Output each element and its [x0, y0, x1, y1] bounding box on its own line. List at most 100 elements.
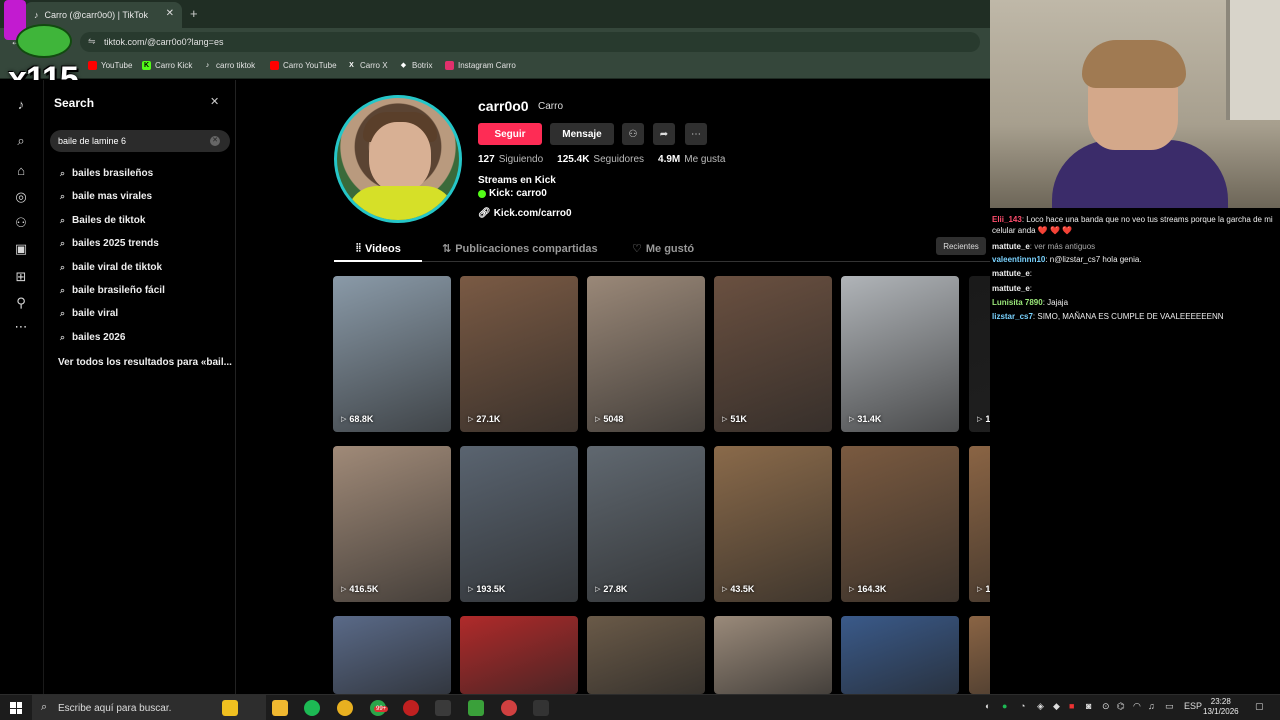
suggested-accounts-button[interactable]: ⚇	[622, 123, 644, 145]
browser-tab[interactable]: ♪ Carro (@carr0o0) | TikTok ✕	[24, 2, 182, 28]
bookmark-instagram-carro[interactable]: Instagram Carro	[445, 61, 516, 70]
search-panel-title: Search	[54, 96, 95, 110]
following-stat[interactable]: 127 Siguiendo	[478, 154, 543, 165]
tray-icon[interactable]: ◐	[985, 701, 990, 711]
chat-message: mattute_e: ver más antiguos	[992, 242, 1096, 251]
network-icon[interactable]: ⌬	[1117, 701, 1125, 712]
explore-icon[interactable]: ◎	[12, 188, 30, 206]
chrome-profile-icon[interactable]	[501, 700, 517, 716]
back-arrow-icon[interactable]: ←	[10, 34, 22, 48]
minecraft-icon[interactable]	[468, 700, 484, 716]
profile-stats: 127 Siguiendo 125.4K Seguidores 4.9M Me gus…	[478, 154, 725, 165]
upload-icon[interactable]: ⊞	[12, 268, 30, 286]
bookmark-carro-youtube[interactable]: Carro YouTube	[270, 61, 337, 70]
green-circle-icon	[478, 189, 486, 198]
site-info-icon[interactable]: ⇋	[88, 36, 96, 47]
new-tab-button[interactable]: +	[190, 6, 198, 21]
search-suggestion[interactable]: ⌕ baile viral de tiktok	[60, 259, 162, 275]
tray-icon[interactable]: ■	[1069, 701, 1074, 711]
search-input[interactable]	[50, 130, 230, 152]
video-thumbnail[interactable]: ▷ 31.4K	[841, 276, 959, 432]
video-thumbnail[interactable]	[460, 616, 578, 694]
taskbar-clock[interactable]: 23:28 13/1/2026	[1203, 697, 1239, 717]
tiktok-logo-icon[interactable]: ♪	[12, 96, 30, 114]
following-icon[interactable]: ⚇	[12, 214, 30, 232]
wifi-icon[interactable]: ◠	[1133, 701, 1141, 712]
share-button[interactable]: ➦	[653, 123, 675, 145]
profile-tabs: ⦙⦙ Videos ⇅ Publicaciones compartidas ♡ Me …	[334, 240, 990, 262]
calculator-icon[interactable]	[435, 700, 451, 716]
file-explorer-icon[interactable]	[272, 700, 288, 716]
bookmark-carro-x[interactable]: X Carro X	[347, 61, 387, 70]
bookmark-botrix[interactable]: ◆ Botrix	[399, 61, 433, 70]
battery-icon[interactable]: ▭	[1165, 701, 1174, 712]
bookmark-carro-kick[interactable]: K Carro Kick	[142, 61, 192, 70]
avatar[interactable]	[334, 95, 462, 223]
search-suggestion[interactable]: ⌕ baile brasileño fácil	[60, 282, 165, 298]
windows-start-icon[interactable]	[10, 702, 22, 714]
close-search-icon[interactable]: ✕	[210, 95, 219, 108]
video-thumbnail[interactable]: ▷ 51K	[714, 276, 832, 432]
volume-icon[interactable]: ♫	[1148, 701, 1155, 711]
spotify-icon[interactable]	[304, 700, 320, 716]
play-icon: ▷	[595, 586, 601, 593]
tab-videos[interactable]: ⦙⦙ Videos	[356, 242, 401, 255]
video-thumbnail[interactable]: ▷ 416.5K	[333, 446, 451, 602]
tab-reposts[interactable]: ⇅ Publicaciones compartidas	[442, 242, 598, 256]
play-icon: ▷	[977, 416, 983, 423]
spotify-tray-icon[interactable]: ●	[1002, 701, 1007, 711]
video-thumbnail[interactable]: ▷ 193.5K	[460, 446, 578, 602]
search-suggestion[interactable]: ⌕ bailes 2025 trends	[60, 235, 159, 251]
search-suggestion[interactable]: ⌕ bailes brasileños	[60, 165, 153, 181]
tray-icon[interactable]: ◈	[1037, 701, 1044, 712]
video-thumbnail[interactable]: ▷ 43.5K	[714, 446, 832, 602]
search-suggestion[interactable]: ⌕ baile mas virales	[60, 188, 152, 204]
copilot-icon[interactable]	[222, 700, 238, 716]
search-suggestion[interactable]: ⌕ bailes 2026	[60, 329, 125, 345]
whatsapp-icon[interactable]: 99+	[370, 700, 389, 716]
video-thumbnail[interactable]: ▷ 164.3K	[841, 446, 959, 602]
tab-liked[interactable]: ♡ Me gustó	[632, 242, 694, 256]
live-icon[interactable]: ▣	[12, 240, 30, 258]
profile-icon[interactable]: ⚲	[12, 294, 30, 312]
sort-recent-button[interactable]: Recientes	[936, 237, 986, 255]
video-thumbnail[interactable]	[841, 616, 959, 694]
followers-stat[interactable]: 125.4K Seguidores	[557, 154, 644, 165]
cam-background-window	[1226, 0, 1280, 120]
see-all-results-link[interactable]: Ver todos los resultados para «bail...	[58, 357, 232, 368]
close-tab-icon[interactable]: ✕	[166, 8, 174, 19]
tray-icon[interactable]: ◆	[1053, 701, 1060, 712]
home-icon[interactable]: ⌂	[12, 162, 30, 180]
address-bar[interactable]: ⇋ tiktok.com/@carr0o0?lang=es	[80, 32, 980, 52]
video-thumbnail[interactable]: ▷ 5048	[587, 276, 705, 432]
search-suggestion[interactable]: ⌕ Bailes de tiktok	[60, 212, 145, 228]
clear-search-icon[interactable]: ✕	[210, 136, 220, 146]
language-indicator[interactable]: ESP	[1184, 701, 1202, 711]
search-icon[interactable]: ⌕	[12, 132, 30, 150]
notification-icon[interactable]: ▢	[1255, 701, 1264, 712]
video-thumbnail[interactable]: ▷ 27.1K	[460, 276, 578, 432]
video-thumbnail[interactable]: ▷ 68.8K	[333, 276, 451, 432]
chrome-icon[interactable]	[337, 700, 353, 716]
video-thumbnail[interactable]: ▷ 27.8K	[587, 446, 705, 602]
video-thumbnail[interactable]	[587, 616, 705, 694]
tray-icon[interactable]: ◙	[1086, 701, 1091, 711]
message-button[interactable]: Mensaje	[550, 123, 614, 145]
avatar-face	[369, 122, 431, 192]
profile-link[interactable]: 🔗︎ Kick.com/carro0	[478, 208, 572, 219]
obs-icon[interactable]	[403, 700, 419, 716]
search-panel: Search ✕ ✕ ⌕bailes brasileños ⌕baile mas…	[44, 80, 236, 694]
app-icon[interactable]	[533, 700, 549, 716]
video-thumbnail[interactable]	[333, 616, 451, 694]
video-thumbnail[interactable]	[714, 616, 832, 694]
view-count: ▷ 5048	[595, 414, 624, 424]
view-count: ▷ 68.8K	[341, 414, 374, 424]
search-suggestion[interactable]: ⌕ baile viral	[60, 305, 118, 321]
more-icon[interactable]: ⋯	[12, 318, 30, 336]
tray-icon[interactable]: ◔	[1020, 701, 1025, 711]
bookmark-carro-tiktok[interactable]: ♪ carro tiktok	[203, 61, 255, 70]
follow-button[interactable]: Seguir	[478, 123, 542, 145]
more-options-button[interactable]: ⋯	[685, 123, 707, 145]
bookmark-youtube[interactable]: YouTube	[88, 61, 132, 70]
tray-icon[interactable]: ⊙	[1102, 701, 1110, 712]
